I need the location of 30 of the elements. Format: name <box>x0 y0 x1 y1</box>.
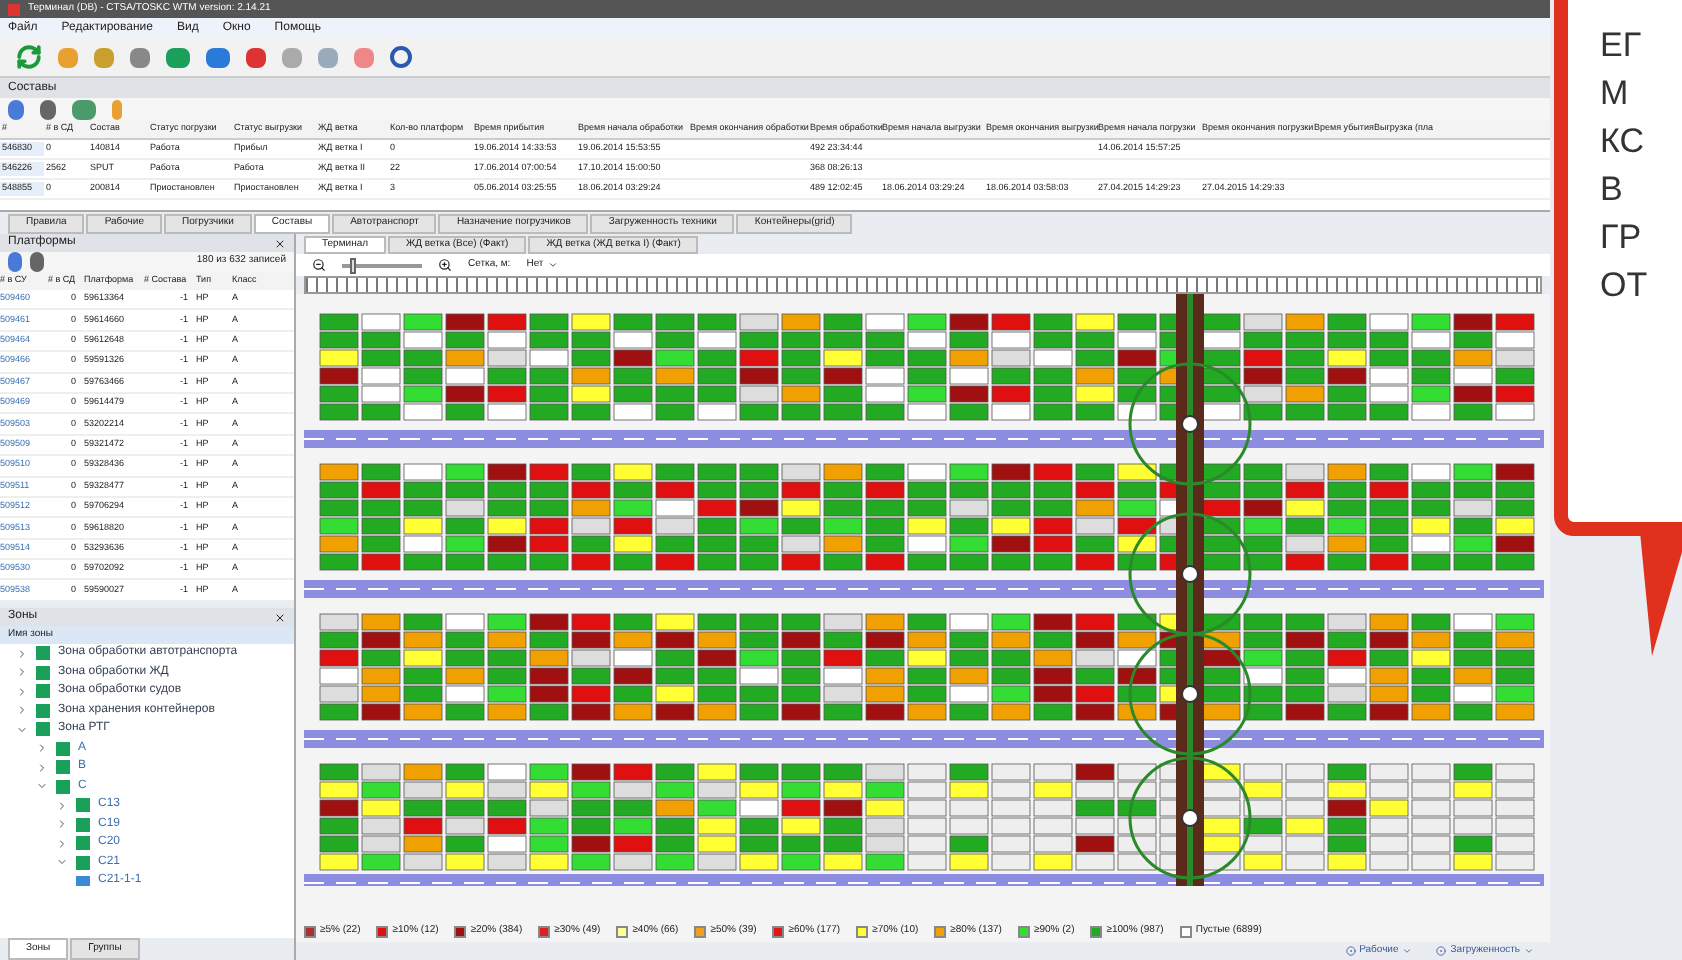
zoom-in-icon[interactable] <box>438 258 452 272</box>
status-icon[interactable] <box>1436 946 1447 956</box>
callout-text: ОТ <box>1600 264 1650 308</box>
expand-caret-icon[interactable] <box>36 761 48 774</box>
expand-caret-icon[interactable] <box>16 685 28 698</box>
close-icon[interactable] <box>274 237 286 249</box>
refresh-icon[interactable] <box>16 44 42 70</box>
expand-caret-icon[interactable] <box>16 704 28 717</box>
callout-text: М <box>1600 72 1631 116</box>
collapse-caret-icon[interactable] <box>36 780 48 793</box>
callout-text: КС <box>1600 120 1646 164</box>
expand-caret-icon[interactable] <box>56 837 68 850</box>
expand-caret-icon[interactable] <box>36 742 48 755</box>
callout-text: ЕГ <box>1600 24 1644 68</box>
slider-thumb[interactable] <box>350 257 356 273</box>
zoom-out-icon[interactable] <box>312 258 326 272</box>
app-icon <box>8 3 20 15</box>
callout-text: В <box>1600 168 1625 212</box>
expand-caret-icon[interactable] <box>56 799 68 812</box>
expand-caret-icon[interactable] <box>56 818 68 831</box>
expand-caret-icon[interactable] <box>16 666 28 679</box>
close-icon[interactable] <box>274 611 286 623</box>
callout-text: ГР <box>1600 216 1644 260</box>
caret-icon[interactable] <box>547 260 558 270</box>
expand-caret-icon[interactable] <box>16 647 28 660</box>
collapse-caret-icon[interactable] <box>56 856 68 869</box>
caret-icon[interactable] <box>1402 946 1413 956</box>
caret-icon[interactable] <box>1524 946 1534 956</box>
collapse-caret-icon[interactable] <box>16 723 28 736</box>
status-icon[interactable] <box>1345 946 1356 956</box>
